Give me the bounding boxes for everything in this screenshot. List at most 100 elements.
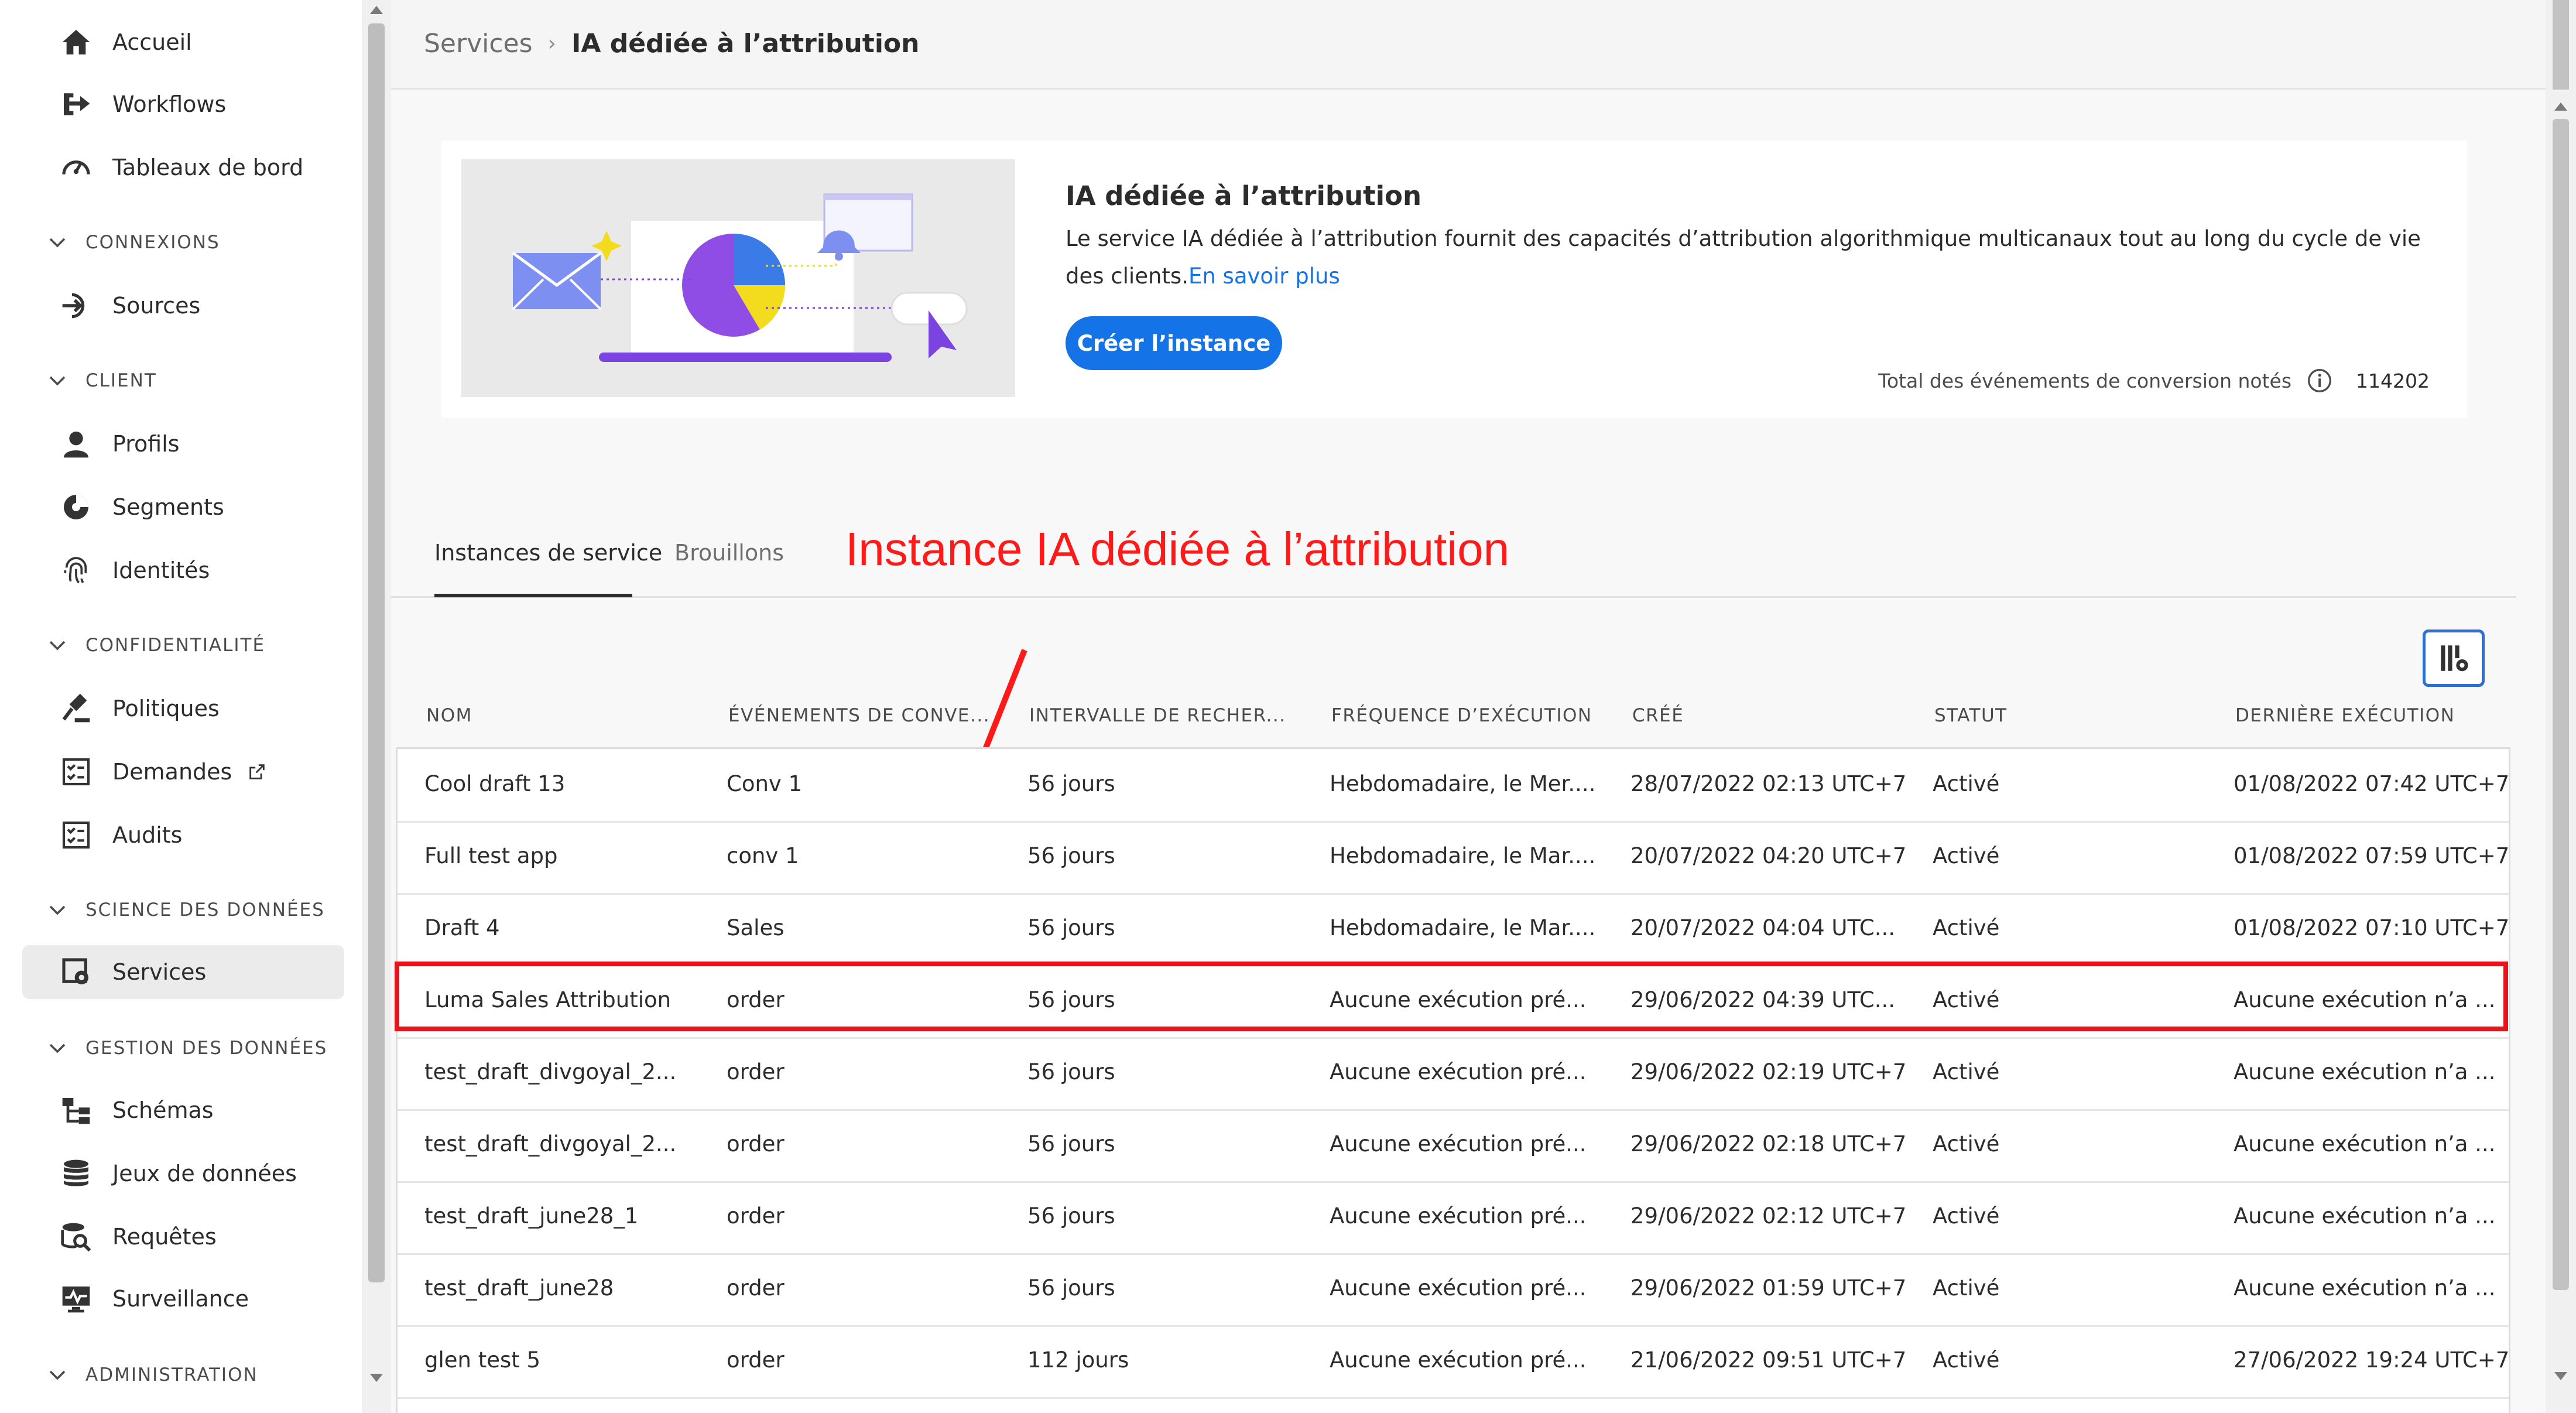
cell-name[interactable]: test_draft_divgoyal_2...: [424, 1109, 676, 1179]
workflow-icon: [59, 87, 94, 122]
sidebar-item-audits[interactable]: Audits: [22, 808, 344, 862]
sidebar-item-label: Jeux de données: [112, 1161, 297, 1186]
page-title: IA dédiée à l’attribution: [571, 28, 920, 59]
scroll-up-arrow-icon[interactable]: [370, 6, 383, 14]
section-confidentialite[interactable]: CONFIDENTIALITÉ: [47, 628, 265, 663]
sidebar-item-services[interactable]: Services: [22, 945, 344, 999]
table-row[interactable]: glen test 5 order 112 jours Aucune exécutio…: [398, 1325, 2509, 1399]
sidebar-item-label: Audits: [112, 822, 183, 848]
column-header-statut[interactable]: STATUT: [1934, 705, 2008, 726]
cell-created: 20/07/2022 04:20 UTC+7: [1630, 843, 1907, 868]
column-header-derniere-execution[interactable]: DERNIÈRE EXÉCUTION: [2235, 705, 2455, 726]
sidebar-item-requetes[interactable]: Requêtes: [22, 1210, 344, 1264]
page-scrollbar[interactable]: [2546, 90, 2576, 1413]
cell-name[interactable]: test_draft_june28: [424, 1253, 614, 1323]
breadcrumb-separator-icon: ›: [547, 31, 556, 56]
tab-drafts[interactable]: Brouillons: [674, 540, 784, 566]
cell-last-run: 01/08/2022 07:59 UTC+7: [2234, 843, 2510, 868]
fingerprint-icon: [59, 553, 94, 588]
cell-last-run: Aucune exécution n’a ...: [2234, 1203, 2496, 1229]
cell-status: Activé: [1933, 1275, 2000, 1301]
table-row[interactable]: Full test app conv 1 56 jours Hebdomadaire,…: [398, 821, 2509, 895]
create-instance-button[interactable]: Créer l’instance: [1066, 316, 1282, 370]
sidebar-item-workflows[interactable]: Workflows: [22, 77, 344, 131]
sidebar-item-label: Services: [112, 959, 207, 985]
cell-name[interactable]: test_draft_june28_1: [424, 1181, 638, 1251]
column-settings-icon: [2441, 645, 2468, 672]
cell-name[interactable]: test_draft_divgoyal_2...: [424, 1037, 676, 1107]
cell-status: Activé: [1933, 843, 2000, 868]
table-row[interactable]: Draft 4 Sales 56 jours Hebdomadaire, le Mar…: [398, 893, 2509, 967]
table-row[interactable]: Cool draft 13 Conv 1 56 jours Hebdomadaire,…: [398, 749, 2509, 823]
cell-created: 29/06/2022 01:59 UTC+7: [1630, 1275, 1907, 1301]
sidebar-item-schemas[interactable]: Schémas: [22, 1083, 344, 1137]
section-science-des-donnees[interactable]: SCIENCE DES DONNÉES: [47, 892, 325, 928]
column-header-frequence[interactable]: FRÉQUENCE D’EXÉCUTION: [1331, 705, 1592, 726]
scroll-down-arrow-icon[interactable]: [2554, 1372, 2567, 1380]
sidebar-item-sources[interactable]: Sources: [22, 279, 344, 333]
info-icon[interactable]: [2307, 368, 2332, 394]
cell-created: 29/06/2022 02:19 UTC+7: [1630, 1059, 1907, 1084]
chevron-down-icon: [49, 1370, 66, 1380]
column-header-cree[interactable]: CRÉÉ: [1632, 705, 1684, 726]
dashboard-icon: [59, 150, 94, 185]
sidebar-item-accueil[interactable]: Accueil: [22, 15, 344, 69]
page-scrollbar-top[interactable]: [2546, 0, 2576, 90]
breadcrumb-services-link[interactable]: Services: [424, 29, 533, 59]
cell-events: order: [727, 1203, 785, 1229]
annotation-highlight-box: [395, 962, 2508, 1031]
gavel-icon: [59, 691, 94, 726]
table-row[interactable]: test_draft_divgoyal_2... order 56 jours Auc…: [398, 1037, 2509, 1111]
scrollbar-thumb[interactable]: [2553, 119, 2569, 1290]
scroll-up-arrow-icon[interactable]: [2554, 102, 2567, 111]
sidebar-item-label: Requêtes: [112, 1224, 217, 1250]
cell-last-run: Aucune exécution n’a ...: [2234, 1131, 2496, 1157]
cell-status: Activé: [1933, 915, 2000, 940]
column-header-nom[interactable]: NOM: [426, 705, 472, 726]
cell-last-run: Aucune exécution n’a ...: [2234, 1275, 2496, 1301]
learn-more-link[interactable]: En savoir plus: [1188, 264, 1340, 289]
sidebar-scrollbar[interactable]: [362, 0, 391, 1413]
sidebar-item-politiques[interactable]: Politiques: [22, 682, 344, 735]
cell-frequency: Hebdomadaire, le Mar....: [1330, 843, 1596, 868]
service-card: IA dédiée à l’attribution Le service IA …: [441, 141, 2467, 418]
table-row[interactable]: test_draft_june28_1 order 56 jours Aucune e…: [398, 1181, 2509, 1255]
sidebar-item-segments[interactable]: Segments: [22, 480, 344, 534]
column-header-evenements[interactable]: ÉVÉNEMENTS DE CONVE...: [728, 705, 990, 726]
section-connexions[interactable]: CONNEXIONS: [47, 225, 220, 260]
cell-events: Conv 1: [727, 771, 803, 796]
tab-service-instances[interactable]: Instances de service: [434, 540, 662, 566]
cell-events: order: [727, 1275, 785, 1301]
cell-name[interactable]: glen test 5: [424, 1325, 540, 1395]
cell-interval: 56 jours: [1027, 1275, 1115, 1301]
table-row[interactable]: test_draft_june28 order 56 jours Aucune exé…: [398, 1253, 2509, 1327]
sidebar-item-demandes[interactable]: Demandes: [22, 745, 344, 799]
section-label: CONFIDENTIALITÉ: [85, 635, 266, 656]
sidebar-item-profils[interactable]: Profils: [22, 417, 344, 471]
table-row[interactable]: test_draft_divgoyal_2... order 56 jours Auc…: [398, 1109, 2509, 1183]
cell-last-run: 01/08/2022 07:10 UTC+7: [2234, 915, 2510, 940]
column-settings-button[interactable]: [2423, 629, 2485, 687]
chevron-down-icon: [49, 376, 66, 386]
scrollbar-thumb[interactable]: [2553, 0, 2569, 90]
cell-events: order: [727, 1059, 785, 1084]
cell-frequency: Aucune exécution pré...: [1330, 1347, 1587, 1373]
scrollbar-thumb[interactable]: [368, 23, 385, 1282]
sidebar-item-identites[interactable]: Identités: [22, 543, 344, 597]
cell-interval: 112 jours: [1027, 1347, 1129, 1373]
section-client[interactable]: CLIENT: [47, 363, 157, 398]
cell-name[interactable]: Full test app: [424, 821, 558, 891]
scroll-down-arrow-icon[interactable]: [370, 1374, 383, 1382]
service-title: IA dédiée à l’attribution: [1066, 180, 1422, 211]
cell-name[interactable]: Cool draft 13: [424, 749, 565, 819]
column-header-intervalle[interactable]: INTERVALLE DE RECHER...: [1029, 705, 1286, 726]
sidebar-item-label: Identités: [112, 557, 210, 583]
section-gestion-des-donnees[interactable]: GESTION DES DONNÉES: [47, 1031, 327, 1066]
section-administration[interactable]: ADMINISTRATION: [47, 1357, 258, 1393]
cell-name[interactable]: Draft 4: [424, 893, 500, 963]
sidebar-item-surveillance[interactable]: Surveillance: [22, 1272, 344, 1326]
cell-interval: 56 jours: [1027, 1059, 1115, 1084]
sidebar-item-tableaux-de-bord[interactable]: Tableaux de bord: [22, 141, 344, 194]
cell-interval: 56 jours: [1027, 915, 1115, 940]
sidebar-item-jeux-de-donnees[interactable]: Jeux de données: [22, 1147, 344, 1200]
